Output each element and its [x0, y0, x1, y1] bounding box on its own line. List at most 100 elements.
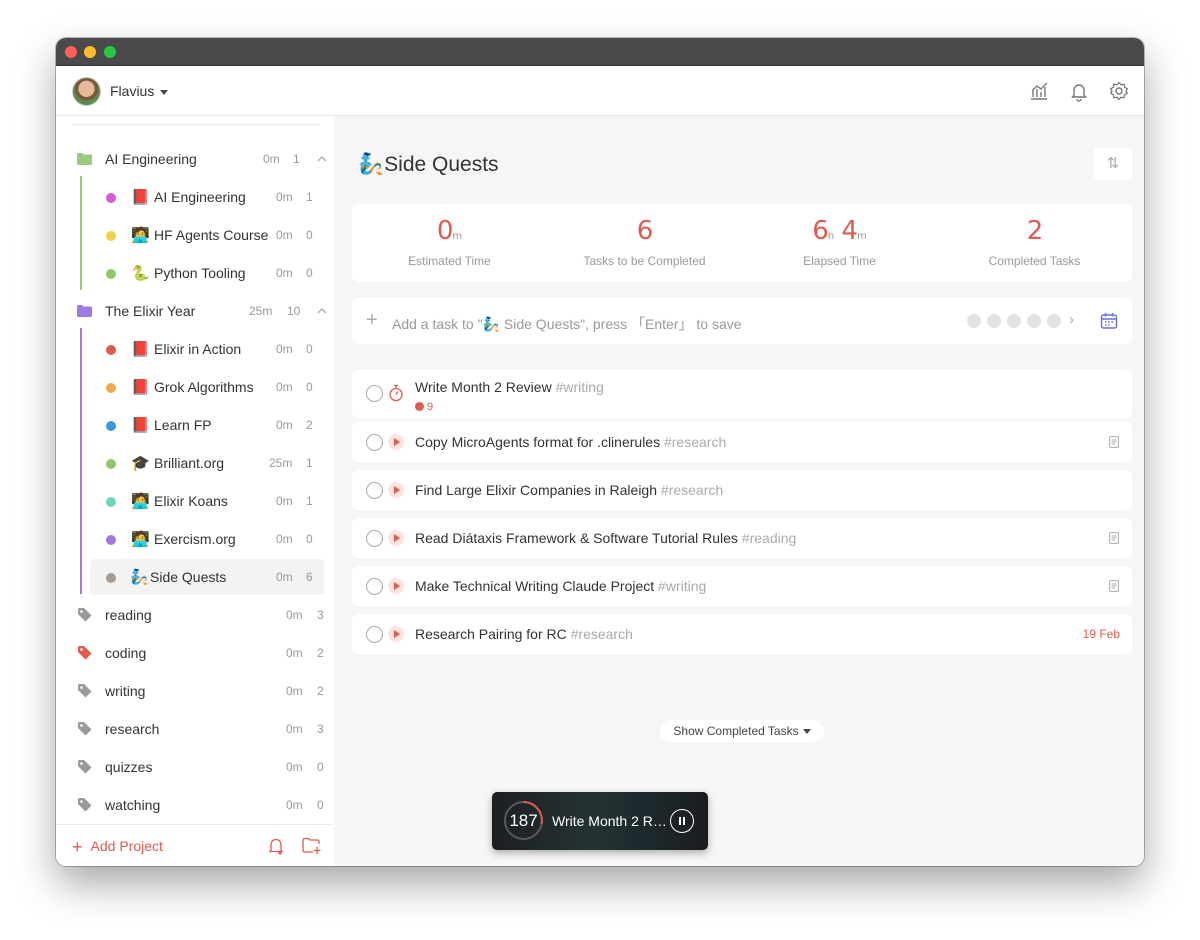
folder-label: The Elixir Year [105, 303, 196, 319]
add-folder-icon[interactable] [302, 837, 322, 855]
user-menu[interactable]: Flavius [110, 83, 169, 99]
book-icon: 📕 [131, 379, 150, 396]
task-row[interactable]: Make Technical Writing Claude Project #w… [352, 566, 1132, 606]
pause-icon[interactable] [670, 809, 694, 833]
project-label: Learn FP [154, 417, 212, 433]
project-side-quests[interactable]: 🧞 Side Quests 0m 6 [90, 559, 324, 595]
pomodoro-icon[interactable] [987, 314, 1001, 328]
tag-coding[interactable]: coding 0m 2 [72, 636, 324, 670]
pomodoro-icon[interactable] [1027, 314, 1041, 328]
add-task-input[interactable]: + Add a task to "🧞 Side Quests", press 「… [352, 298, 1132, 344]
close-window-button[interactable] [65, 46, 77, 58]
calendar-icon[interactable] [1100, 312, 1118, 330]
project-brilliant-org[interactable]: 🎓 Brilliant.org 25m 1 [72, 446, 322, 480]
project-time: 0m [276, 570, 293, 584]
pomodoro-count-value: 9 [427, 401, 434, 413]
tag-time: 0m [286, 684, 303, 698]
task-row[interactable]: Research Pairing for RC #research 19 Feb [352, 614, 1132, 654]
play-icon[interactable] [388, 482, 404, 498]
project-exercism-org[interactable]: 🧑‍💻 Exercism.org 0m 0 [72, 522, 322, 556]
stat-value: 2 [937, 216, 1132, 246]
chevron-up-icon[interactable] [316, 305, 328, 317]
task-due-date[interactable]: 19 Feb [1083, 627, 1120, 641]
tag-watching[interactable]: watching 0m 0 [72, 788, 324, 822]
pomodoro-estimate-selector[interactable] [967, 314, 1067, 333]
stat-label: Estimated Time [408, 254, 491, 268]
task-tag[interactable]: #writing [658, 578, 706, 594]
pomodoro-icon[interactable] [967, 314, 981, 328]
project-label: HF Agents Course [154, 227, 269, 243]
project-python-tooling[interactable]: 🐍 Python Tooling 0m 0 [72, 256, 322, 290]
project-color-dot [106, 573, 116, 583]
play-icon[interactable] [388, 530, 404, 546]
project-elixir-koans[interactable]: 🧑‍💻 Elixir Koans 0m 1 [72, 484, 322, 518]
task-tag[interactable]: #research [571, 626, 633, 642]
tag-reading[interactable]: reading 0m 3 [72, 598, 324, 632]
chevron-right-icon[interactable]: › [1069, 311, 1074, 328]
play-icon[interactable] [388, 434, 404, 450]
zoom-window-button[interactable] [104, 46, 116, 58]
task-row[interactable]: Find Large Elixir Companies in Raleigh #… [352, 470, 1132, 510]
minimize-window-button[interactable] [84, 46, 96, 58]
stat-hours: 6 [812, 216, 829, 246]
sort-button[interactable]: ⇅ [1094, 148, 1132, 180]
task-checkbox[interactable] [366, 530, 383, 547]
tag-icon [78, 646, 92, 660]
play-icon[interactable] [388, 578, 404, 594]
project-grok-algorithms[interactable]: 📕 Grok Algorithms 0m 0 [72, 370, 322, 404]
project-ai-engineering[interactable]: 📕 AI Engineering 0m 1 [72, 180, 322, 214]
show-completed-label: Show Completed Tasks [673, 724, 799, 738]
bell-icon[interactable] [1068, 80, 1090, 102]
task-title-text: Research Pairing for RC [415, 626, 567, 642]
folder-label: AI Engineering [105, 151, 197, 167]
tag-research[interactable]: research 0m 3 [72, 712, 324, 746]
statistics-icon[interactable] [1028, 80, 1050, 102]
project-time: 0m [276, 228, 293, 242]
book-icon: 📕 [131, 417, 150, 434]
stat-label: Tasks to be Completed [583, 254, 706, 268]
chevron-up-icon[interactable] [316, 153, 328, 165]
task-checkbox[interactable] [366, 482, 383, 499]
project-time: 0m [276, 342, 293, 356]
task-tag[interactable]: #research [661, 482, 723, 498]
task-tag[interactable]: #writing [556, 379, 604, 395]
play-icon[interactable] [388, 626, 404, 642]
add-tag-icon[interactable] [267, 837, 285, 855]
project-learn-fp[interactable]: 📕 Learn FP 0m 2 [72, 408, 322, 442]
pomodoro-icon[interactable] [1047, 314, 1061, 328]
task-row[interactable]: Write Month 2 Review #writing 9 [352, 370, 1132, 418]
project-color-dot [106, 535, 116, 545]
task-checkbox[interactable] [366, 578, 383, 595]
project-elixir-in-action[interactable]: 📕 Elixir in Action 0m 0 [72, 332, 322, 366]
pomodoro-icon[interactable] [1007, 314, 1021, 328]
gear-icon[interactable] [1108, 80, 1130, 102]
tag-writing[interactable]: writing 0m 2 [72, 674, 324, 708]
technologist-icon: 🧑‍💻 [131, 531, 150, 548]
avatar[interactable] [72, 77, 101, 106]
stat-value: 6 [547, 216, 742, 246]
stat-estimated-time: 0m Estimated Time [352, 204, 547, 282]
stat-number: 6 [636, 216, 654, 246]
add-project-button[interactable]: + Add Project [72, 837, 163, 858]
task-tag[interactable]: #reading [742, 530, 797, 546]
task-tag[interactable]: #research [664, 434, 726, 450]
folder-the-elixir-year[interactable]: The Elixir Year 25m 10 [72, 294, 327, 328]
task-checkbox[interactable] [366, 626, 383, 643]
task-row[interactable]: Read Diátaxis Framework & Software Tutor… [352, 518, 1132, 558]
mini-timer[interactable]: 187 Write Month 2 R… [492, 792, 708, 850]
stat-label: Elapsed Time [803, 254, 876, 268]
note-icon[interactable] [1109, 532, 1119, 544]
task-checkbox[interactable] [366, 385, 383, 402]
note-icon[interactable] [1109, 436, 1119, 448]
task-row[interactable]: Copy MicroAgents format for .clinerules … [352, 422, 1132, 462]
tag-label: writing [105, 683, 146, 699]
task-checkbox[interactable] [366, 434, 383, 451]
folder-ai-engineering[interactable]: AI Engineering 0m 1 [72, 142, 327, 176]
project-hf-agents-course[interactable]: 🧑‍💻 HF Agents Course 0m 0 [72, 218, 322, 252]
project-count: 2 [306, 418, 313, 432]
show-completed-tasks-button[interactable]: Show Completed Tasks [660, 720, 824, 742]
tag-quizzes[interactable]: quizzes 0m 0 [72, 750, 324, 784]
note-icon[interactable] [1109, 580, 1119, 592]
stopwatch-icon[interactable] [388, 384, 404, 402]
tag-label: reading [105, 607, 152, 623]
